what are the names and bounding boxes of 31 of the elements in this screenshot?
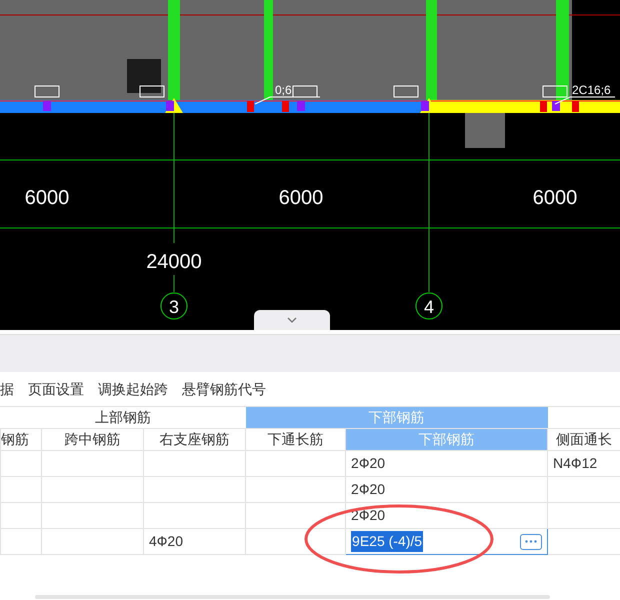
chevron-down-icon (287, 317, 297, 323)
group-header[interactable]: 上部钢筋 (0, 407, 246, 428)
ellipsis-icon (525, 540, 538, 543)
column-header[interactable]: 跨中钢筋 (42, 428, 144, 450)
leader-line (554, 96, 616, 104)
column-header[interactable]: 侧面通长 (548, 428, 620, 450)
rebar-label: 0;6 (275, 83, 292, 97)
column-header[interactable]: 下通长筋 (246, 428, 346, 450)
table-cell-text: 2Ф20 (350, 507, 386, 523)
collapse-tab[interactable] (254, 310, 330, 330)
axis-marker: 3 (160, 292, 188, 320)
rebar-label: 2C16;6 (572, 83, 611, 97)
cell-editor[interactable]: 9E25 (-4)/5 (346, 530, 548, 554)
toolbar-item[interactable]: 页面设置 (28, 378, 84, 400)
toolbar-item[interactable]: 悬臂钢筋代号 (182, 378, 266, 400)
table-cell-text: N4Ф12 (552, 455, 598, 471)
selected-text: 9E25 (-4)/5 (351, 531, 424, 552)
axis-marker: 4 (416, 292, 442, 320)
column-header[interactable]: 右支座钢筋 (144, 428, 246, 450)
table-cell-text: 2Ф20 (350, 481, 386, 497)
ellipsis-button[interactable] (520, 534, 542, 550)
toolbar-item[interactable]: 调换起始跨 (98, 378, 168, 400)
table-cell-text: 2Ф20 (350, 455, 386, 471)
dimension-text: 24000 (146, 251, 202, 273)
dimension-text: 6000 (24, 187, 70, 209)
dimension-text: 6000 (532, 187, 578, 209)
dimension-text: 6000 (278, 187, 324, 209)
toolbar-item[interactable]: 据 (0, 378, 14, 400)
table-cell-text: 4Ф20 (148, 533, 184, 549)
leader-line (254, 96, 320, 104)
block-shape (465, 113, 505, 148)
